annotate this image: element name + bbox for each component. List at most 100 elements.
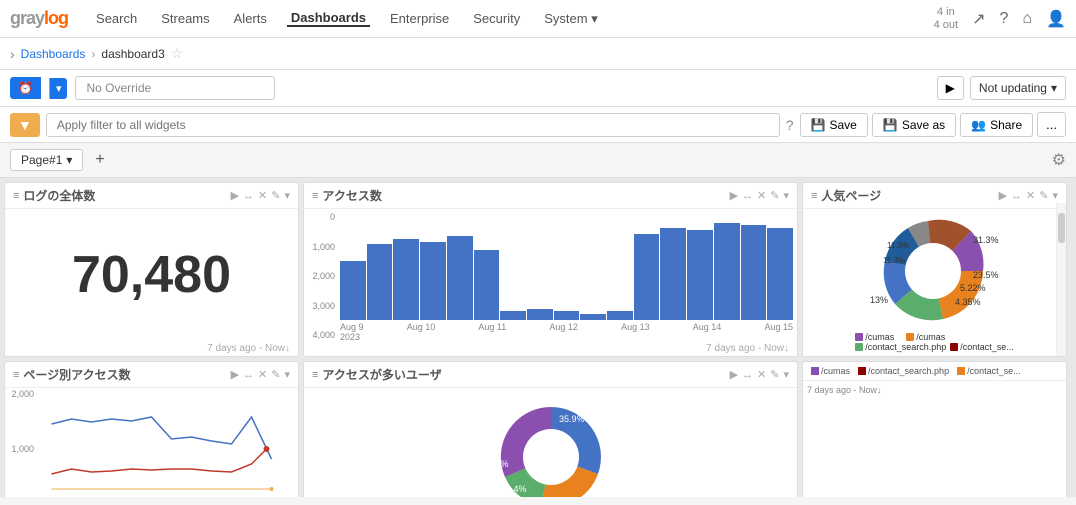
widget-page-access-body: 0 1,000 2,000 xyxy=(5,388,298,497)
legend-area: /cumas /contact_search.php /contact_se..… xyxy=(803,362,1066,381)
nav-alerts[interactable]: Alerts xyxy=(230,11,271,26)
nav-enterprise[interactable]: Enterprise xyxy=(386,11,453,26)
not-updating-dropdown[interactable]: Not updating ▾ xyxy=(970,76,1066,100)
resize-ctrl4-icon[interactable]: ↔ xyxy=(243,369,254,381)
donut-label-113a: 11.3% xyxy=(883,256,905,265)
resize-ctrl3-icon[interactable]: ↔ xyxy=(1011,190,1022,202)
close-ctrl2-icon[interactable]: ✕ xyxy=(757,189,766,202)
donut-user-label-206: 20.6% xyxy=(483,459,509,469)
menu-icon-3: ≡ xyxy=(811,190,817,202)
logo: graylog xyxy=(10,8,68,29)
nav-streams[interactable]: Streams xyxy=(157,11,213,26)
dropdown-caret-icon: ▾ xyxy=(1051,81,1057,95)
play-ctrl5-icon[interactable]: ▶ xyxy=(730,368,738,381)
play-ctrl3-icon[interactable]: ▶ xyxy=(999,189,1007,202)
play-ctrl4-icon[interactable]: ▶ xyxy=(231,368,239,381)
x-label-7: Aug 15 xyxy=(764,322,793,341)
time-button[interactable]: ⏰ xyxy=(10,77,41,99)
line-red xyxy=(52,449,267,474)
bar-12 xyxy=(634,234,660,320)
resize-ctrl5-icon[interactable]: ↔ xyxy=(742,369,753,381)
resize-ctrl-icon[interactable]: ↔ xyxy=(243,190,254,202)
footer-label: 7 days ago - Now↓ xyxy=(803,381,1066,399)
play-icon: ▶ xyxy=(946,81,955,95)
nav-counter: 4 in 4 out xyxy=(934,6,958,30)
bar-11 xyxy=(607,311,633,320)
line-y-axis: 0 1,000 2,000 xyxy=(7,389,37,497)
edit-ctrl4-icon[interactable]: ✎ xyxy=(271,368,280,381)
edit-ctrl-icon[interactable]: ✎ xyxy=(271,189,280,202)
bar-7 xyxy=(500,311,526,320)
play-ctrl2-icon[interactable]: ▶ xyxy=(730,189,738,202)
top-users-donut-chart: 35.9% 29.4% 20.6% xyxy=(471,392,631,498)
more-ctrl2-icon[interactable]: ▾ xyxy=(783,189,789,202)
save-button[interactable]: 💾 Save xyxy=(800,113,868,137)
close-ctrl-icon[interactable]: ✕ xyxy=(258,189,267,202)
nav-security[interactable]: Security xyxy=(469,11,524,26)
time-caret-button[interactable]: ▾ xyxy=(49,78,68,99)
x-label-4: Aug 12 xyxy=(549,322,578,341)
filter-input[interactable] xyxy=(46,113,780,137)
more-ctrl4-icon[interactable]: ▾ xyxy=(284,368,290,381)
play-button[interactable]: ▶ xyxy=(937,76,964,100)
user-icon[interactable]: 👤 xyxy=(1046,9,1066,29)
filter-icon-button[interactable]: ▼ xyxy=(10,113,40,137)
override-input[interactable] xyxy=(75,76,275,100)
play-ctrl-icon[interactable]: ▶ xyxy=(231,189,239,202)
more-ctrl-icon[interactable]: ▾ xyxy=(284,189,290,202)
nav-dashboards[interactable]: Dashboards xyxy=(287,10,370,27)
x-axis-labels: Aug 92023 Aug 10 Aug 11 Aug 12 Aug 13 Au… xyxy=(338,320,795,341)
close-ctrl5-icon[interactable]: ✕ xyxy=(757,368,766,381)
menu-icon-4: ≡ xyxy=(13,369,19,381)
breadcrumb-current: dashboard3 xyxy=(101,47,164,61)
external-link-icon[interactable]: ↗ xyxy=(972,9,985,29)
widget-log-total: ≡ ログの全体数 ▶ ↔ ✕ ✎ ▾ 70,480 7 days ago - N… xyxy=(4,182,299,357)
legend-label-2: /cumas xyxy=(916,332,945,342)
bar-13 xyxy=(660,228,686,320)
more-button[interactable]: ... xyxy=(1037,112,1066,137)
saveas-button[interactable]: 💾 Save as xyxy=(872,113,956,137)
favorite-star[interactable]: ☆ xyxy=(171,45,184,62)
donut-label-23: 23.5% xyxy=(973,270,999,280)
help-icon[interactable]: ? xyxy=(1000,10,1009,28)
share-button[interactable]: 👥 Share xyxy=(960,113,1033,137)
more-ctrl3-icon[interactable]: ▾ xyxy=(1052,189,1058,202)
menu-icon: ≡ xyxy=(13,190,19,202)
edit-ctrl3-icon[interactable]: ✎ xyxy=(1039,189,1048,202)
leg-dot-b3 xyxy=(957,367,965,375)
legend-bottom-3: /contact_se... xyxy=(957,366,1021,376)
widget-popular-pages: ≡ 人気ページ ▶ ↔ ✕ ✎ ▾ xyxy=(802,182,1067,357)
x-label-5: Aug 13 xyxy=(621,322,650,341)
settings-gear-icon[interactable]: ⚙ xyxy=(1052,150,1066,170)
donut-label-522: 5.22% xyxy=(960,283,986,293)
right-scrollbar[interactable] xyxy=(1056,203,1066,356)
close-ctrl4-icon[interactable]: ✕ xyxy=(258,368,267,381)
page-tab-1[interactable]: Page#1 ▾ xyxy=(10,149,83,171)
nav-search[interactable]: Search xyxy=(92,11,141,26)
filter-help-icon[interactable]: ? xyxy=(786,117,794,133)
widget-top-users-body: 35.9% 29.4% 20.6% xyxy=(304,388,797,497)
bar-15 xyxy=(714,223,740,320)
home-icon[interactable]: ⌂ xyxy=(1022,10,1032,28)
widget-popular-pages-header: ≡ 人気ページ ▶ ↔ ✕ ✎ ▾ xyxy=(803,183,1066,209)
more-ctrl5-icon[interactable]: ▾ xyxy=(783,368,789,381)
edit-ctrl5-icon[interactable]: ✎ xyxy=(770,368,779,381)
nav-system[interactable]: System ▾ xyxy=(540,11,601,27)
widget-page-access: ≡ ページ別アクセス数 ▶ ↔ ✕ ✎ ▾ 0 1,000 2,000 xyxy=(4,361,299,497)
widget-top-users-header: ≡ アクセスが多いユーザ ▶ ↔ ✕ ✎ ▾ xyxy=(304,362,797,388)
sidebar-toggle[interactable]: › xyxy=(10,46,15,62)
resize-ctrl2-icon[interactable]: ↔ xyxy=(742,190,753,202)
leg-text-b1: /cumas xyxy=(821,366,850,376)
page-tab-caret: ▾ xyxy=(66,153,72,167)
y-axis: 4,000 3,000 2,000 1,000 0 xyxy=(306,212,338,341)
add-page-button[interactable]: + xyxy=(91,151,108,169)
widget-top-users: ≡ アクセスが多いユーザ ▶ ↔ ✕ ✎ ▾ xyxy=(303,361,798,497)
legend-bottom-2: /contact_search.php xyxy=(858,366,949,376)
legend-item-1: /cumas xyxy=(855,332,894,342)
dashboard-grid: ≡ ログの全体数 ▶ ↔ ✕ ✎ ▾ 70,480 7 days ago - N… xyxy=(0,178,1076,497)
widget-access-count: ≡ アクセス数 ▶ ↔ ✕ ✎ ▾ 4,000 3,000 2,000 1,00… xyxy=(303,182,798,357)
edit-ctrl2-icon[interactable]: ✎ xyxy=(770,189,779,202)
close-ctrl3-icon[interactable]: ✕ xyxy=(1026,189,1035,202)
widget-page-access-title: ページ別アクセス数 xyxy=(23,366,226,383)
breadcrumb-parent[interactable]: Dashboards xyxy=(21,47,86,61)
